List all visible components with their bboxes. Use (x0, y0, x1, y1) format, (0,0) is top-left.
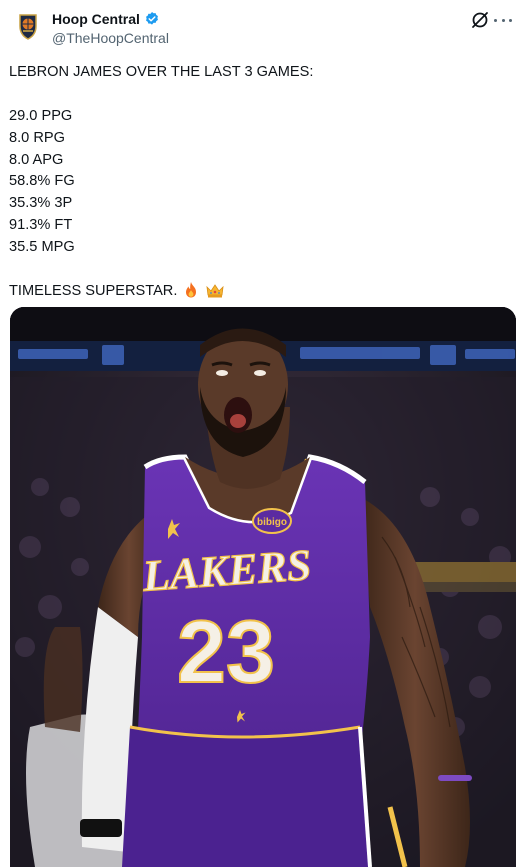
more-icon[interactable] (494, 10, 512, 30)
tweet-body: LEBRON JAMES OVER THE LAST 3 GAMES: 29.0… (9, 62, 513, 303)
crown-emoji (205, 284, 224, 298)
stat-line: 29.0 PPG (9, 107, 73, 124)
lebron-photo: bibigo LAKERS 23 (10, 307, 516, 867)
stat-line: 8.0 RPG (9, 129, 65, 146)
tweet-media-photo[interactable]: bibigo LAKERS 23 (10, 307, 516, 867)
tweet-closing-line: TIMELESS SUPERSTAR. (9, 281, 513, 303)
grok-icon[interactable] (470, 10, 490, 30)
stat-line: 58.8% FG (9, 173, 75, 190)
fire-emoji (186, 281, 197, 298)
tweet-closing: TIMELESS SUPERSTAR. (9, 282, 178, 299)
stat-line: 35.3% 3P (9, 195, 73, 212)
tweet-headline: LEBRON JAMES OVER THE LAST 3 GAMES: (9, 64, 314, 80)
tweet-header: Hoop Central @TheHoopCentral (10, 8, 512, 48)
jersey-patch: bibigo (257, 517, 287, 528)
stat-line: 91.3% FT (9, 217, 73, 234)
verified-badge-icon (145, 12, 158, 25)
jersey-number: 23 (177, 602, 275, 701)
stat-line: 8.0 APG (9, 151, 64, 168)
author-names: Hoop Central @TheHoopCentral (52, 10, 169, 46)
author-handle[interactable]: @TheHoopCentral (52, 30, 169, 46)
hoop-central-logo-icon (12, 10, 44, 42)
stat-line: 35.5 MPG (9, 239, 75, 256)
author-display-name[interactable]: Hoop Central (52, 11, 140, 27)
author-avatar[interactable] (10, 8, 46, 44)
